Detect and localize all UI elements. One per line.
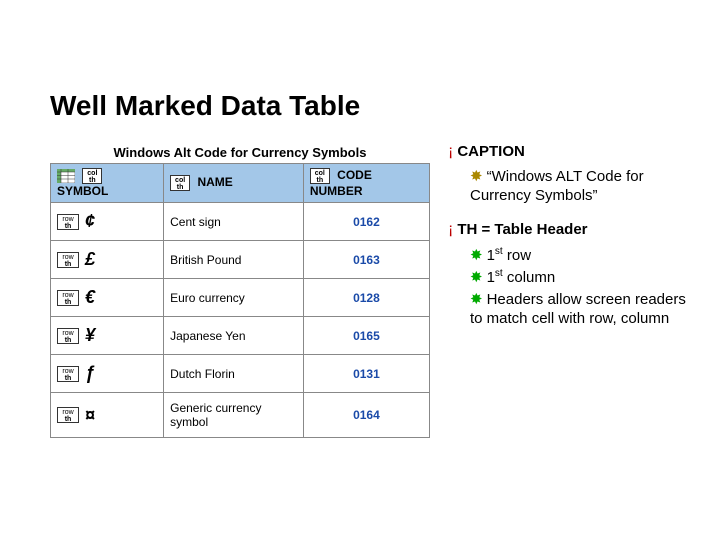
header-symbol-label: SYMBOL [57,184,108,198]
col-header-name: NAME [164,164,304,203]
star-bullet-icon: ✸ [470,247,483,264]
note-text: 1 [487,247,495,264]
note-th-label: TH = Table Header [457,221,587,238]
row-th-icon [57,328,79,344]
currency-name: Euro currency [164,279,304,317]
table-row: £ British Pound 0163 [51,241,430,279]
row-header: ¤ [51,393,164,438]
currency-code: 0128 [303,279,429,317]
star-bullet-icon: ✸ [470,168,483,185]
note-text: 1 [487,269,495,286]
table-icon [57,169,75,183]
table-row: ƒ Dutch Florin 0131 [51,355,430,393]
currency-code: 0162 [303,203,429,241]
star-bullet-icon: ✸ [470,291,483,308]
currency-name: Cent sign [164,203,304,241]
star-bullet-icon: ✸ [470,269,483,286]
col-th-icon [310,168,330,184]
currency-symbol: € [85,287,95,307]
table-row: ¥ Japanese Yen 0165 [51,317,430,355]
table-row: ¤ Generic currency symbol 0164 [51,393,430,438]
table-row: ¢ Cent sign 0162 [51,203,430,241]
currency-table: SYMBOL NAME CODE NUMBER ¢ Cent sign [50,163,430,438]
table-caption: Windows Alt Code for Currency Symbols [50,142,430,163]
table-row: € Euro currency 0128 [51,279,430,317]
page-title: Well Marked Data Table [50,90,690,122]
currency-name: Dutch Florin [164,355,304,393]
currency-symbol: ¥ [85,325,95,345]
note-caption-label: CAPTION [457,143,525,160]
row-header: ƒ [51,355,164,393]
note-caption-text: ✸“Windows ALT Code for Currency Symbols” [470,167,690,206]
col-header-symbol: SYMBOL [51,164,164,203]
currency-code: 0163 [303,241,429,279]
row-th-icon [57,366,79,382]
col-th-icon [82,168,102,184]
currency-code: 0131 [303,355,429,393]
note-text: column [503,269,556,286]
note-text: row [503,247,531,264]
ordinal-suffix: st [495,246,503,257]
note-th-item: ✸Headers allow screen readers to match c… [470,290,690,329]
row-th-icon [57,252,79,268]
table-body: ¢ Cent sign 0162 £ British Pound 0163 € … [51,203,430,438]
note-text: Headers allow screen readers to match ce… [470,291,686,328]
currency-code: 0165 [303,317,429,355]
header-name-label: NAME [197,175,232,189]
row-th-icon [57,290,79,306]
note-th: ¡TH = Table Header [448,220,690,241]
row-header: £ [51,241,164,279]
currency-symbol: ¤ [85,405,95,425]
col-th-icon [170,175,190,191]
currency-symbol: £ [85,249,95,269]
note-caption: ¡CAPTION [448,142,690,163]
row-header: € [51,279,164,317]
content-row: Windows Alt Code for Currency Symbols SY… [50,142,690,438]
note-caption-value: “Windows ALT Code for Currency Symbols” [470,168,644,205]
circle-bullet-icon: ¡ [448,221,453,238]
currency-code: 0164 [303,393,429,438]
circle-bullet-icon: ¡ [448,143,453,160]
note-th-item: ✸1st column [470,267,690,288]
row-th-icon [57,407,79,423]
notes-panel: ¡CAPTION ✸“Windows ALT Code for Currency… [448,142,690,438]
currency-name: Japanese Yen [164,317,304,355]
row-header: ¢ [51,203,164,241]
row-header: ¥ [51,317,164,355]
table-container: Windows Alt Code for Currency Symbols SY… [50,142,430,438]
row-th-icon [57,214,79,230]
currency-name: Generic currency symbol [164,393,304,438]
note-th-item: ✸1st row [470,245,690,266]
currency-name: British Pound [164,241,304,279]
col-header-code: CODE NUMBER [303,164,429,203]
currency-symbol: ¢ [85,211,95,231]
ordinal-suffix: st [495,268,503,279]
currency-symbol: ƒ [85,363,95,383]
